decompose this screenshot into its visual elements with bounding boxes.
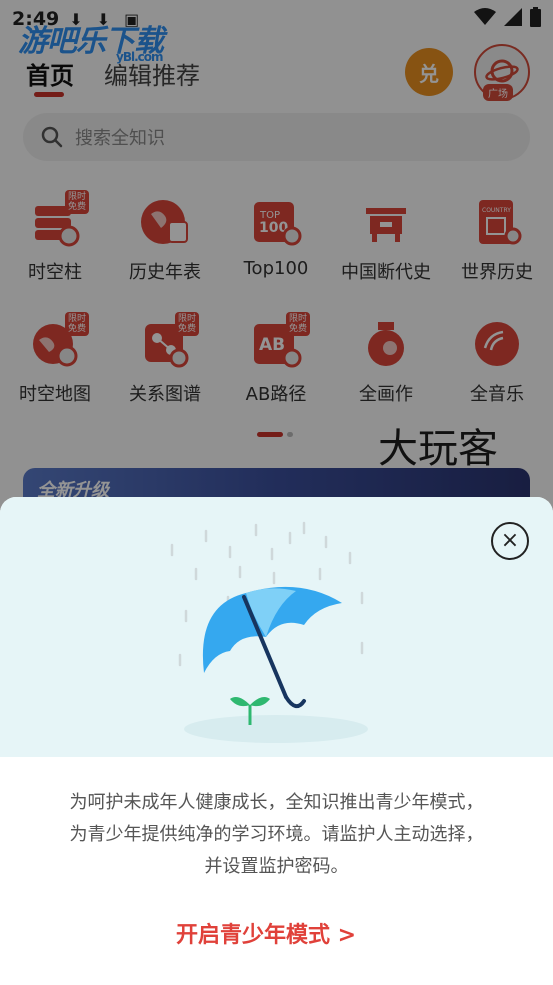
enable-youth-mode-link[interactable]: 开启青少年模式 > [176, 917, 356, 949]
youth-mode-description: 为呵护未成年人健康成长，全知识推出青少年模式， 为青少年提供纯净的学习环境。请监… [0, 787, 553, 883]
app-page: 2:49 ⬇ ⬇ ▣ 游吧乐下载 yBl.com 首页 编辑推荐 兑 广场 搜索… [0, 0, 553, 985]
close-icon: × [500, 528, 520, 553]
close-button[interactable]: × [491, 522, 529, 560]
umbrella-rain-icon [170, 521, 368, 743]
description-line: 为呵护未成年人健康成长，全知识推出青少年模式， [69, 792, 484, 813]
corner-logo: 大玩客 [378, 426, 498, 472]
umbrella-illustration [0, 497, 553, 757]
youth-mode-sheet: × 为呵护未成年人健康成长，全知识推出青少年模式， 为青少年提供纯净的学习环境。… [0, 497, 553, 985]
description-line: 并设置监护密码。 [204, 856, 349, 877]
description-line: 为青少年提供纯净的学习环境。请监护人主动选择， [69, 824, 484, 845]
